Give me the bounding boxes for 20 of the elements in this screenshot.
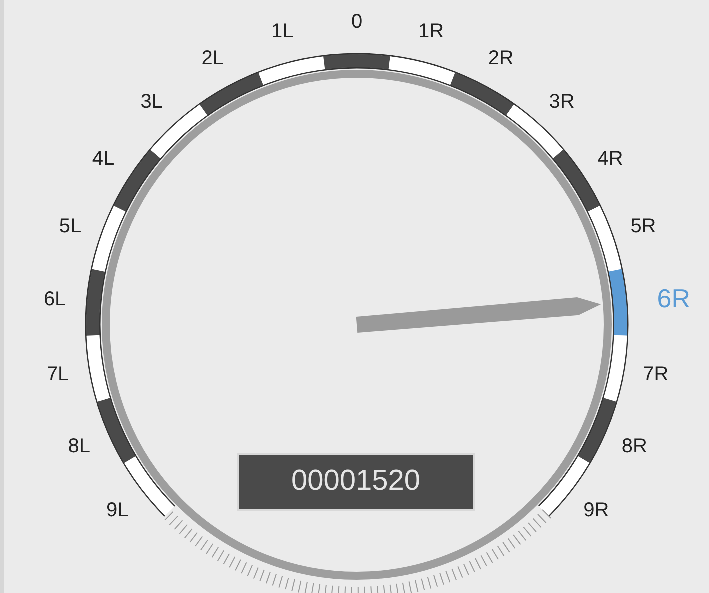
dial-label: 2L [202,47,224,70]
counter-display: 00001520 [237,453,475,511]
dial-label: 2R [488,47,514,70]
dial-label: 0 [351,11,363,33]
dial-label: 7R [643,364,669,386]
dial-label: 8L [68,435,90,458]
dial-label: 3R [549,90,575,113]
dial-label: 4L [92,148,115,170]
dial-label: 8R [622,435,648,458]
dial-label: 6R [657,283,690,314]
dial-label: 5R [630,215,656,238]
dial-label: 4R [598,148,624,170]
dial-label: 5L [59,215,82,238]
dial-label: 6L [44,288,66,311]
dial-label: 3L [140,90,164,113]
dial-label: 1L [272,20,294,42]
dial-label: 1R [418,20,444,42]
dial-label: 7L [46,364,70,386]
dial-label: 9L [106,500,129,522]
dial-label: 9R [584,500,610,522]
